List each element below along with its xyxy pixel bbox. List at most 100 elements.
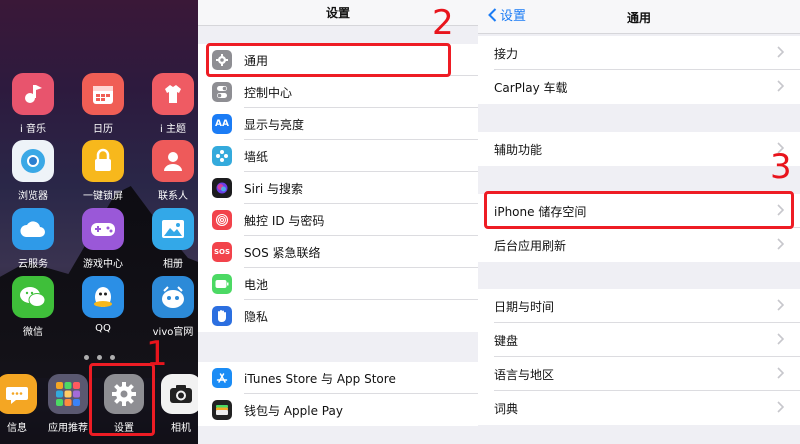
settings-screen: 设置 通用 控制中心 AA 显示与亮度 墙纸 Siri 与搜索 触控 ID 与密…: [198, 0, 478, 444]
app-cloud[interactable]: 云服务: [2, 208, 64, 270]
app-label: 相册: [163, 259, 183, 270]
theme-icon: [152, 73, 194, 115]
app-label: 一键锁屏: [83, 191, 123, 202]
app-store-icon: [48, 374, 88, 414]
app-label: i 主题: [160, 124, 186, 135]
row-label: 墙纸: [244, 150, 269, 164]
settings-row-battery[interactable]: 电池: [198, 268, 478, 300]
photos-icon: [152, 208, 194, 250]
step-number-2: 2: [432, 3, 454, 43]
wallpaper-icon: [212, 146, 232, 166]
settings-row-wallet[interactable]: 钱包与 Apple Pay: [198, 394, 478, 426]
sos-icon: SOS: [212, 242, 232, 262]
control-center-icon: [212, 82, 232, 102]
app-store-icon: [212, 368, 232, 388]
general-row-accessibility[interactable]: 辅助功能: [478, 132, 800, 166]
general-row-language-region[interactable]: 语言与地区: [478, 357, 800, 391]
chevron-right-icon: [777, 367, 784, 379]
general-row-carplay[interactable]: CarPlay 车载: [478, 70, 800, 104]
row-label: 钱包与 Apple Pay: [244, 404, 343, 418]
row-label: iTunes Store 与 App Store: [244, 372, 396, 386]
row-label: 键盘: [494, 334, 519, 348]
app-qq[interactable]: QQ: [72, 276, 134, 334]
browser-icon: [12, 140, 54, 182]
step-number-3: 3: [770, 147, 792, 187]
app-label: 联系人: [158, 191, 188, 202]
row-label: 显示与亮度: [244, 118, 305, 132]
general-row-handoff[interactable]: 接力: [478, 36, 800, 70]
camera-icon: [161, 374, 198, 414]
app-label: 相机: [171, 423, 191, 434]
fingerprint-icon: [212, 210, 232, 230]
chevron-right-icon: [777, 80, 784, 92]
cloud-icon: [12, 208, 54, 250]
app-contacts[interactable]: 联系人: [142, 140, 198, 202]
contacts-icon: [152, 140, 194, 182]
step-number-1: 1: [146, 334, 168, 374]
row-label: 日期与时间: [494, 300, 555, 314]
app-lock-screen[interactable]: 一键锁屏: [72, 140, 134, 202]
siri-icon: [212, 178, 232, 198]
dock-app-camera[interactable]: 相机: [150, 374, 198, 434]
row-label: 触控 ID 与密码: [244, 214, 325, 228]
row-label: CarPlay 车载: [494, 81, 568, 95]
general-row-dictionary[interactable]: 词典: [478, 391, 800, 425]
settings-row-sos[interactable]: SOS SOS 紧急联络: [198, 236, 478, 268]
settings-row-display[interactable]: AA 显示与亮度: [198, 108, 478, 140]
app-browser[interactable]: 浏览器: [2, 140, 64, 202]
vivo-icon: [152, 276, 194, 318]
chevron-right-icon: [777, 46, 784, 58]
row-label: 电池: [244, 278, 269, 292]
app-music[interactable]: i 音乐: [2, 73, 64, 135]
app-theme[interactable]: i 主题: [142, 73, 198, 135]
row-label: 隐私: [244, 310, 269, 324]
settings-row-touch-id[interactable]: 触控 ID 与密码: [198, 204, 478, 236]
chevron-right-icon: [777, 299, 784, 311]
row-label: 后台应用刷新: [494, 239, 567, 253]
app-game-center[interactable]: 游戏中心: [72, 208, 134, 270]
chevron-right-icon: [777, 401, 784, 413]
row-label: 辅助功能: [494, 143, 543, 157]
chevron-right-icon: [777, 333, 784, 345]
highlight-box-iphone-storage: [484, 191, 794, 229]
app-label: i 音乐: [20, 124, 46, 135]
general-screen: 设置 通用 接力 CarPlay 车载 辅助功能 iPhone 储存空间 后台应…: [478, 0, 800, 444]
row-label: 词典: [494, 402, 519, 416]
chevron-right-icon: [777, 238, 784, 250]
settings-row-app-store[interactable]: iTunes Store 与 App Store: [198, 362, 478, 394]
settings-row-siri[interactable]: Siri 与搜索: [198, 172, 478, 204]
app-photos[interactable]: 相册: [142, 208, 198, 270]
row-label: SOS 紧急联络: [244, 246, 321, 260]
wallet-icon: [212, 400, 232, 420]
general-row-background-refresh[interactable]: 后台应用刷新: [478, 228, 800, 262]
app-vivo-official[interactable]: vivo官网: [142, 276, 198, 338]
app-wechat[interactable]: 微信: [2, 276, 64, 338]
home-screen: i 音乐 日历 i 主题 浏览器 一键锁屏 联系人 云服务 游戏中心 相册 微信…: [0, 0, 198, 444]
battery-icon: [212, 274, 232, 294]
navbar: 设置 通用: [478, 0, 800, 34]
gamepad-icon: [82, 208, 124, 250]
general-row-date-time[interactable]: 日期与时间: [478, 289, 800, 323]
settings-row-control-center[interactable]: 控制中心: [198, 76, 478, 108]
row-label: 语言与地区: [494, 368, 555, 382]
message-icon: [0, 374, 37, 414]
display-icon: AA: [212, 114, 232, 134]
music-icon: [12, 73, 54, 115]
highlight-box-general: [206, 43, 451, 77]
app-label: 云服务: [18, 259, 48, 270]
app-label: 游戏中心: [83, 259, 123, 270]
page-title: 通用: [626, 11, 651, 25]
row-label: 控制中心: [244, 86, 293, 100]
app-label: 日历: [93, 124, 113, 135]
settings-row-privacy[interactable]: 隐私: [198, 300, 478, 332]
lock-icon: [82, 140, 124, 182]
wechat-icon: [12, 276, 54, 318]
settings-row-wallpaper[interactable]: 墙纸: [198, 140, 478, 172]
app-label: QQ: [95, 323, 111, 334]
app-calendar[interactable]: 日历: [72, 73, 134, 135]
row-label: Siri 与搜索: [244, 182, 304, 196]
privacy-hand-icon: [212, 306, 232, 326]
qq-icon: [82, 276, 124, 318]
general-row-keyboard[interactable]: 键盘: [478, 323, 800, 357]
calendar-icon: [82, 73, 124, 115]
